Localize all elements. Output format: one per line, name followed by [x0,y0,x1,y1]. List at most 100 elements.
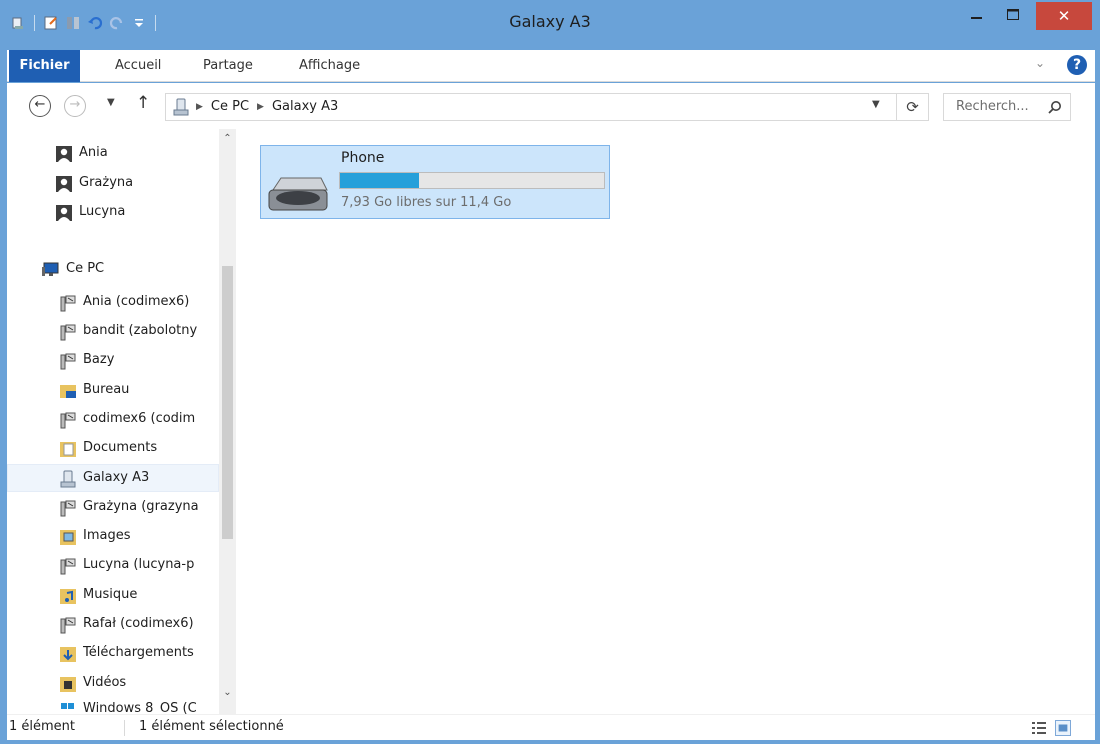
large-icons-view-icon[interactable] [1055,720,1071,736]
breadcrumb-item-galaxy-a3[interactable]: Galaxy A3 [272,94,338,120]
nav-item-label: Ania (codimex6) [83,294,190,309]
maximize-icon [1007,9,1019,20]
nav-item-label: Musique [83,587,138,602]
help-icon[interactable]: ? [1067,55,1087,75]
computer-icon [42,262,59,276]
selection-count: 1 élément sélectionné [139,719,284,734]
nav-item-ania-codimex6[interactable]: Ania (codimex6) [7,289,219,317]
nav-item-label: Grażyna [79,175,134,190]
nav-item-ce-pc[interactable]: Ce PC [7,256,219,284]
nav-item-label: bandit (zabolotny [83,323,198,338]
nav-item-rafal[interactable]: Rafał (codimex6) [7,611,219,639]
title-bar: Galaxy A3 ✕ [0,0,1100,44]
nav-item-windows-os[interactable]: Windows 8_OS (C [7,696,219,714]
status-bar: 1 élément 1 élément sélectionné [7,714,1095,740]
nav-item-label: Vidéos [83,675,127,690]
windows-drive-icon [61,703,74,709]
pictures-folder-icon [60,530,76,545]
nav-item-documents[interactable]: Documents [7,435,219,463]
network-drive-icon [60,558,76,575]
tab-view[interactable]: Affichage [299,50,360,82]
address-history-chevron-icon[interactable]: ▼ [872,99,880,110]
expand-ribbon-chevron-icon[interactable]: ⌄ [1035,56,1045,70]
nav-item-lucyna[interactable]: Lucyna [7,199,219,227]
desktop-folder-icon [60,385,76,398]
network-drive-icon [60,324,76,341]
network-drive-icon [60,500,76,517]
nav-item-bandit[interactable]: bandit (zabolotny [7,318,219,346]
nav-item-telechargements[interactable]: Téléchargements [7,640,219,668]
nav-item-grazyna[interactable]: Grażyna [7,170,219,198]
address-bar[interactable]: ▶ Ce PC ▶ Galaxy A3 ▼ ⟳ [165,93,929,121]
maximize-button[interactable] [996,0,1030,30]
nav-item-bureau[interactable]: Bureau [7,377,219,405]
breadcrumb-item-ce-pc[interactable]: Ce PC [211,94,249,120]
nav-item-musique[interactable]: Musique [7,582,219,610]
documents-folder-icon [60,442,76,457]
nav-item-codimex6[interactable]: codimex6 (codim [7,406,219,434]
nav-item-videos[interactable]: Vidéos [7,670,219,698]
scroll-up-chevron-icon[interactable]: ⌃ [219,133,236,144]
item-count: 1 élément [9,719,76,734]
minimize-icon [971,17,982,19]
nav-item-ania[interactable]: Ania [7,140,219,168]
nav-item-label: Windows 8_OS (C [83,701,197,714]
tab-file[interactable]: Fichier [9,50,80,82]
network-drive-icon [60,295,76,312]
music-folder-icon [60,589,76,604]
nav-item-label: Rafał (codimex6) [83,616,194,631]
nav-scrollbar[interactable]: ⌃ ⌄ [219,129,236,714]
tab-share[interactable]: Partage [203,50,253,82]
navigation-bar: ← → ▼ ↑ ▶ Ce PC ▶ Galaxy A3 ▼ ⟳ Recherch… [7,83,1095,129]
nav-item-label: Ania [79,145,108,160]
nav-item-galaxy-a3[interactable]: Galaxy A3 [7,464,219,492]
phone-device-icon [60,470,76,488]
minimize-button[interactable] [960,0,994,30]
nav-item-bazy[interactable]: Bazy [7,347,219,375]
content-area: Ania Grażyna Lucyna Ce PC Ania (codimex6… [7,129,1095,714]
explorer-window: Galaxy A3 ✕ Fichier Accueil Partage Affi… [0,0,1100,744]
network-drive-icon [60,353,76,370]
ribbon-tabs: Fichier Accueil Partage Affichage ⌄ ? [7,50,1095,82]
search-icon [1048,101,1061,114]
scrollbar-thumb[interactable] [222,266,233,539]
breadcrumb-arrow-icon[interactable]: ▶ [196,94,203,120]
nav-item-grazyna-share[interactable]: Grażyna (grazyna [7,494,219,522]
phone-device-icon [173,98,189,116]
nav-item-label: codimex6 (codim [83,411,196,426]
nav-item-label: Grażyna (grazyna [83,499,199,514]
navigation-pane: Ania Grażyna Lucyna Ce PC Ania (codimex6… [7,129,238,714]
scroll-down-chevron-icon[interactable]: ⌄ [219,687,236,698]
breadcrumb-arrow-icon[interactable]: ▶ [257,94,264,120]
up-button[interactable]: ↑ [136,93,150,113]
user-folder-icon [56,146,72,162]
nav-item-label: Images [83,528,131,543]
storage-usage-bar [339,172,605,189]
storage-usage-fill [340,173,420,188]
videos-folder-icon [60,677,76,692]
nav-item-label: Documents [83,440,158,455]
back-button[interactable]: ← [29,95,51,117]
close-icon: ✕ [1057,7,1071,25]
file-list-pane: Phone 7,93 Go libres sur 11,4 Go [238,129,1095,714]
details-view-icon[interactable] [1031,720,1047,736]
close-button[interactable]: ✕ [1036,2,1092,30]
window-title: Galaxy A3 [509,12,591,31]
drive-icon [268,177,328,211]
nav-item-label: Bureau [83,382,130,397]
device-tile-phone[interactable]: Phone 7,93 Go libres sur 11,4 Go [260,145,610,219]
tab-home[interactable]: Accueil [115,50,161,82]
nav-item-lucyna-share[interactable]: Lucyna (lucyna-p [7,552,219,580]
nav-item-label: Lucyna (lucyna-p [83,557,195,572]
search-input[interactable]: Recherch... [956,99,1029,114]
nav-item-images[interactable]: Images [7,523,219,551]
storage-free-text: 7,93 Go libres sur 11,4 Go [341,195,512,210]
network-drive-icon [60,617,76,634]
search-box[interactable]: Recherch... [943,93,1071,121]
forward-button[interactable]: → [64,95,86,117]
downloads-folder-icon [60,647,76,662]
user-folder-icon [56,176,72,192]
recent-locations-chevron-icon[interactable]: ▼ [107,97,115,108]
device-name: Phone [341,150,385,166]
refresh-button[interactable]: ⟳ [896,94,928,120]
